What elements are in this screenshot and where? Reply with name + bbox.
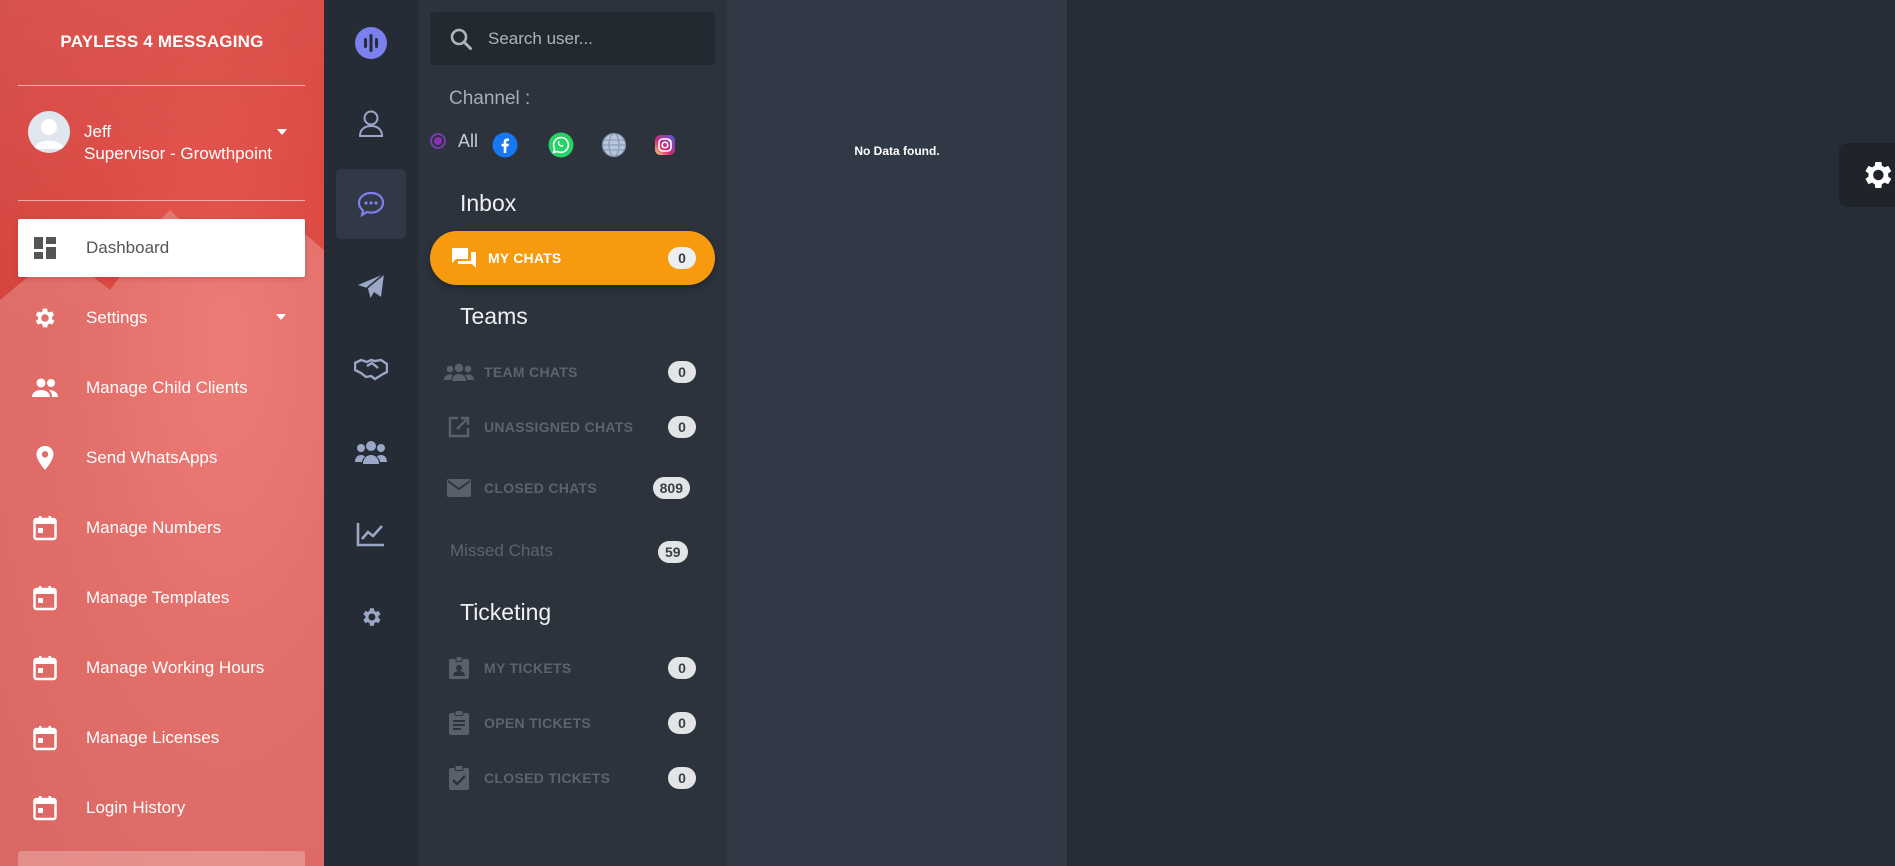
avatar-person-icon <box>34 119 64 149</box>
calendar-icon <box>30 793 60 823</box>
caret-down-icon[interactable] <box>276 128 288 136</box>
search-box[interactable] <box>430 12 715 65</box>
user-name: Jeff <box>84 122 112 141</box>
instagram-icon[interactable] <box>654 134 676 156</box>
location-pin-icon <box>30 443 60 473</box>
calendar-icon <box>30 583 60 613</box>
sidebar-item-label: Settings <box>86 308 148 327</box>
sidebar-item-login-history[interactable]: Login History <box>18 779 305 837</box>
people-icon <box>30 373 60 403</box>
unassigned-chats-item[interactable]: UNASSIGNED CHATS 0 <box>430 405 715 449</box>
chat-bubble-icon[interactable] <box>336 169 406 239</box>
calendar-icon <box>30 653 60 683</box>
sidebar-divider <box>18 85 305 86</box>
my-chats-button[interactable]: MY CHATS 0 <box>430 231 715 285</box>
sidebar-item-label: Manage Templates <box>86 588 230 607</box>
sidebar-item-label: Manage Working Hours <box>86 658 265 677</box>
avatar <box>28 111 70 153</box>
section-title-inbox: Inbox <box>460 190 517 216</box>
sidebar-item-label: Manage Licenses <box>86 728 220 747</box>
dashboard-icon <box>30 233 60 263</box>
count-badge: 0 <box>668 416 696 438</box>
row-label: UNASSIGNED CHATS <box>484 419 634 435</box>
count-badge: 0 <box>668 712 696 734</box>
calendar-icon <box>30 723 60 753</box>
sidebar-item-manage-working-hours[interactable]: Manage Working Hours <box>18 639 305 697</box>
gear-icon <box>1865 161 1892 189</box>
my-tickets-item[interactable]: MY TICKETS 0 <box>430 646 715 690</box>
row-label: CLOSED TICKETS <box>484 770 611 786</box>
facebook-icon[interactable] <box>492 132 518 158</box>
channel-all-label: All <box>458 131 479 151</box>
chat-navigation-panel: Channel : All Inbox MY CHATS 0 Teams TEA… <box>418 0 727 866</box>
count-badge: 0 <box>668 657 696 679</box>
conversation-area <box>1067 0 1895 866</box>
sidebar-item-label: Login History <box>86 798 186 817</box>
sidebar-item-dashboard[interactable]: Dashboard <box>18 219 305 277</box>
count-badge: 0 <box>668 361 696 383</box>
calendar-icon <box>30 513 60 543</box>
sidebar-item-settings[interactable]: Settings <box>18 289 305 347</box>
envelope-icon <box>444 478 474 498</box>
row-label: MY TICKETS <box>484 660 572 676</box>
sidebar-item-manage-licenses[interactable]: Manage Licenses <box>18 709 305 767</box>
sidebar-item-label: Manage Numbers <box>86 518 222 537</box>
sidebar-item-manage-templates[interactable]: Manage Templates <box>18 569 305 627</box>
users-group-icon[interactable] <box>336 417 406 487</box>
count-badge: 809 <box>652 477 690 499</box>
open-tickets-item[interactable]: OPEN TICKETS 0 <box>430 701 715 745</box>
row-label: OPEN TICKETS <box>484 715 592 731</box>
empty-message: No Data found. <box>854 144 940 158</box>
channel-all-radio[interactable] <box>430 133 446 149</box>
whatsapp-icon[interactable] <box>548 132 574 158</box>
sidebar-item-send-whatsapps[interactable]: Send WhatsApps <box>18 429 305 487</box>
badge-icon <box>444 656 474 680</box>
section-title-teams: Teams <box>460 303 528 329</box>
count-badge: 59 <box>658 541 688 563</box>
row-label: CLOSED CHATS <box>484 480 598 496</box>
search-input[interactable] <box>488 28 688 49</box>
channel-label: Channel : <box>449 88 531 109</box>
clipboard-check-icon <box>444 765 474 791</box>
forum-icon <box>450 246 478 270</box>
sidebar-item-manage-numbers[interactable]: Manage Numbers <box>18 499 305 557</box>
brand-title: PAYLESS 4 MESSAGING <box>60 32 264 51</box>
logo-icon[interactable] <box>336 8 406 78</box>
clipboard-icon <box>444 710 474 736</box>
icon-rail <box>324 0 418 866</box>
my-chats-label: MY CHATS <box>488 250 562 266</box>
gear-icon[interactable] <box>336 582 406 652</box>
handshake-icon[interactable] <box>336 334 406 404</box>
team-chats-item[interactable]: TEAM CHATS 0 <box>430 350 715 394</box>
sidebar-item-partial[interactable] <box>18 851 305 866</box>
chart-line-icon[interactable] <box>336 499 406 569</box>
closed-chats-item[interactable]: CLOSED CHATS 809 <box>430 466 715 510</box>
chat-list-area: No Data found. <box>727 0 1067 866</box>
settings-toggle-tab[interactable] <box>1839 143 1895 207</box>
left-sidebar: PAYLESS 4 MESSAGING Jeff Supervisor - Gr… <box>0 0 324 866</box>
gear-icon <box>30 303 60 333</box>
team-icon <box>444 362 474 382</box>
external-link-icon <box>444 415 474 439</box>
sidebar-divider <box>18 200 305 201</box>
count-badge: 0 <box>668 767 696 789</box>
user-icon[interactable] <box>336 88 406 158</box>
closed-tickets-item[interactable]: CLOSED TICKETS 0 <box>430 756 715 800</box>
caret-down-icon <box>276 314 286 320</box>
sidebar-item-manage-child-clients[interactable]: Manage Child Clients <box>18 359 305 417</box>
count-badge: 0 <box>668 247 696 269</box>
missed-chats-item[interactable]: Missed Chats <box>450 541 553 561</box>
sidebar-item-label: Dashboard <box>86 238 170 257</box>
section-title-ticketing: Ticketing <box>460 599 552 625</box>
user-role: Supervisor - Growthpoint <box>84 144 273 163</box>
web-icon[interactable] <box>601 132 627 158</box>
paper-plane-icon[interactable] <box>336 252 406 322</box>
sidebar-item-label: Send WhatsApps <box>86 448 218 467</box>
user-profile[interactable]: Jeff Supervisor - Growthpoint <box>28 110 308 166</box>
row-label: TEAM CHATS <box>484 364 578 380</box>
search-icon <box>450 28 472 50</box>
sidebar-item-label: Manage Child Clients <box>86 378 248 397</box>
